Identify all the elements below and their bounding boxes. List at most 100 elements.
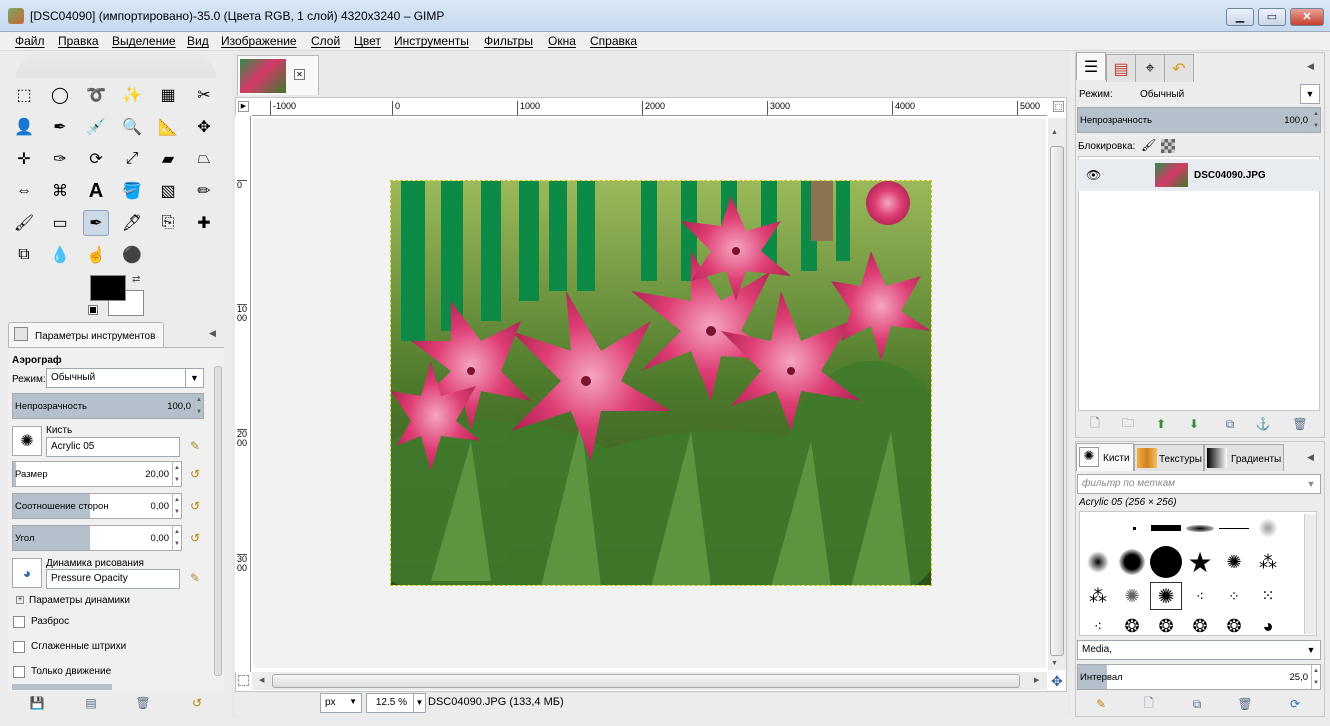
menu-image[interactable]: Изображение (221, 34, 297, 48)
maximize-button[interactable]: ▭ (1258, 8, 1286, 26)
tab-channels[interactable]: ▤ (1106, 54, 1136, 82)
layers-mode-value[interactable]: Обычный (1140, 89, 1184, 100)
tab-gradients[interactable]: Градиенты (1204, 444, 1284, 471)
reset-options-icon[interactable]: ↺ (188, 694, 206, 712)
brush-item[interactable]: ⁘ (1218, 582, 1250, 610)
brush-item[interactable]: ❂ (1184, 612, 1216, 640)
clone-icon[interactable]: ⎘ (155, 210, 181, 236)
opacity-slider[interactable]: Непрозрачность 100,0 ▲ ▼ (12, 393, 204, 419)
image-tab[interactable]: ✕ (237, 55, 319, 95)
brush-item[interactable] (1252, 514, 1284, 542)
dynamics-params-expander[interactable]: Параметры динамики (29, 595, 130, 606)
brush-spacing-slider[interactable]: Интервал 25,0 ▲ ▼ (1077, 664, 1321, 690)
horizontal-scroll-thumb[interactable] (272, 674, 1020, 688)
angle-slider[interactable]: Угол 0,00 ▲ ▼ (12, 525, 182, 551)
tab-menu-icon[interactable]: ◀ (209, 328, 216, 339)
refresh-brushes-icon[interactable]: ⟳ (1286, 695, 1304, 713)
menu-view[interactable]: Вид (187, 34, 209, 48)
tag-filter-input[interactable]: фильтр по меткам ▼ (1077, 474, 1321, 494)
airbrush-icon[interactable]: ✒ (83, 210, 109, 236)
dodge-burn-icon[interactable]: ⚫ (119, 242, 145, 268)
restore-options-icon[interactable]: ▤ (82, 694, 100, 712)
new-layer-icon[interactable]: 🗋 (1086, 415, 1104, 433)
brush-item[interactable] (1118, 514, 1150, 542)
ink-icon[interactable]: 🖋 (119, 210, 145, 236)
brush-item[interactable]: ⁖ (1082, 612, 1114, 640)
flip-icon[interactable]: ⇔ (11, 178, 37, 204)
brush-item[interactable]: ❂ (1116, 612, 1148, 640)
scale-icon[interactable]: ⤢ (119, 146, 145, 172)
tab-tool-options[interactable]: Параметры инструментов (8, 322, 164, 348)
quick-mask-icon[interactable] (238, 675, 249, 686)
shear-icon[interactable]: ▰ (155, 146, 181, 172)
ellipse-select-icon[interactable]: ◯ (47, 82, 73, 108)
dynamics-name-field[interactable]: Pressure Opacity (46, 569, 180, 589)
menu-filters[interactable]: Фильтры (484, 34, 533, 48)
foreground-color-swatch[interactable] (90, 275, 126, 301)
duplicate-brush-icon[interactable]: ⧉ (1188, 695, 1206, 713)
free-select-icon[interactable]: ➰ (83, 82, 109, 108)
layer-name[interactable]: DSC04090.JPG (1194, 170, 1266, 181)
menu-layer[interactable]: Слой (311, 34, 340, 48)
brush-item[interactable]: ◕ (1252, 612, 1284, 640)
rotate-icon[interactable]: ⟳ (83, 146, 109, 172)
spin-arrows-icon[interactable]: ▲ ▼ (1311, 108, 1320, 132)
tab-patterns[interactable]: Текстуры (1134, 444, 1204, 471)
default-colors-icon[interactable] (88, 305, 98, 315)
blur-icon[interactable]: 💧 (47, 242, 73, 268)
image-menu-icon[interactable]: ▶ (238, 101, 249, 112)
spin-arrows-icon[interactable]: ▲ ▼ (172, 494, 181, 518)
paintbrush-icon[interactable]: 🖌 (11, 210, 37, 236)
vertical-ruler[interactable]: 0 1000 2000 3000 (235, 116, 251, 672)
brush-item[interactable]: ★ (1184, 547, 1216, 578)
zoom-icon[interactable]: 🔍 (119, 114, 145, 140)
measure-icon[interactable]: 📐 (155, 114, 181, 140)
spin-arrows-icon[interactable]: ▲ ▼ (172, 462, 181, 486)
scroll-up-icon[interactable]: ▲ (1051, 129, 1058, 136)
reset-aspect-icon[interactable]: ↺ (188, 499, 202, 513)
layer-opacity-slider[interactable]: Непрозрачность 100,0 ▲ ▼ (1077, 107, 1321, 133)
brush-item[interactable]: ✺ (1218, 548, 1250, 576)
brushes-tab-menu-icon[interactable]: ◀ (1307, 452, 1314, 463)
brush-item[interactable]: ⁖ (1184, 582, 1216, 610)
minimize-button[interactable]: ▁ (1226, 8, 1254, 26)
reset-angle-icon[interactable]: ↺ (188, 531, 202, 545)
duplicate-layer-icon[interactable]: ⧉ (1221, 415, 1239, 433)
menu-windows[interactable]: Окна (548, 34, 576, 48)
zoom-follow-icon[interactable]: ⬚ (1053, 101, 1064, 112)
bucket-fill-icon[interactable]: 🪣 (119, 178, 145, 204)
cage-icon[interactable]: ⌘ (47, 178, 73, 204)
dynamics-preview-button[interactable]: ◕ (12, 558, 42, 588)
close-tab-icon[interactable]: ✕ (294, 69, 305, 80)
menu-tools[interactable]: Инструменты (394, 34, 469, 48)
spin-arrows-icon[interactable]: ▲ ▼ (194, 394, 203, 418)
brush-grid-scrollbar[interactable] (1304, 514, 1316, 634)
delete-layer-icon[interactable]: 🗑 (1291, 415, 1309, 433)
brush-item[interactable]: ✺ (1116, 582, 1148, 610)
tab-paths[interactable]: ⌖ (1135, 54, 1165, 82)
raise-layer-icon[interactable]: ⬆ (1152, 415, 1170, 433)
brush-name-field[interactable]: Acrylic 05 (46, 437, 180, 457)
pencil-icon[interactable]: ✏ (191, 178, 217, 204)
brush-item[interactable] (1150, 514, 1182, 542)
anchor-layer-icon[interactable]: ⚓ (1254, 415, 1272, 433)
eraser-icon[interactable]: ▭ (47, 210, 73, 236)
gradient-icon[interactable]: ▧ (155, 178, 181, 204)
brush-item[interactable] (1218, 514, 1250, 542)
perspective-clone-icon[interactable]: ⧉ (11, 242, 37, 268)
scroll-down-icon[interactable]: ▼ (1051, 660, 1058, 667)
brush-item[interactable]: ❂ (1150, 612, 1182, 640)
tab-layers[interactable]: ☰ (1076, 52, 1106, 80)
tab-brushes[interactable]: ✺ Кисти (1076, 443, 1134, 471)
save-options-icon[interactable]: 💾 (28, 694, 46, 712)
layer-row[interactable]: 👁 DSC04090.JPG (1078, 159, 1320, 191)
edit-dynamics-icon[interactable]: ✎ (188, 571, 202, 585)
spin-arrows-icon[interactable]: ▲ ▼ (172, 526, 181, 550)
scissors-icon[interactable]: ✂ (191, 82, 217, 108)
heal-icon[interactable]: ✚ (191, 210, 217, 236)
text-icon[interactable]: A (83, 178, 109, 204)
color-picker-icon[interactable]: 💉 (83, 114, 109, 140)
brush-item[interactable] (1082, 548, 1114, 576)
brush-preview-button[interactable]: ✺ (12, 426, 42, 456)
brush-item[interactable]: ⁙ (1252, 582, 1284, 610)
